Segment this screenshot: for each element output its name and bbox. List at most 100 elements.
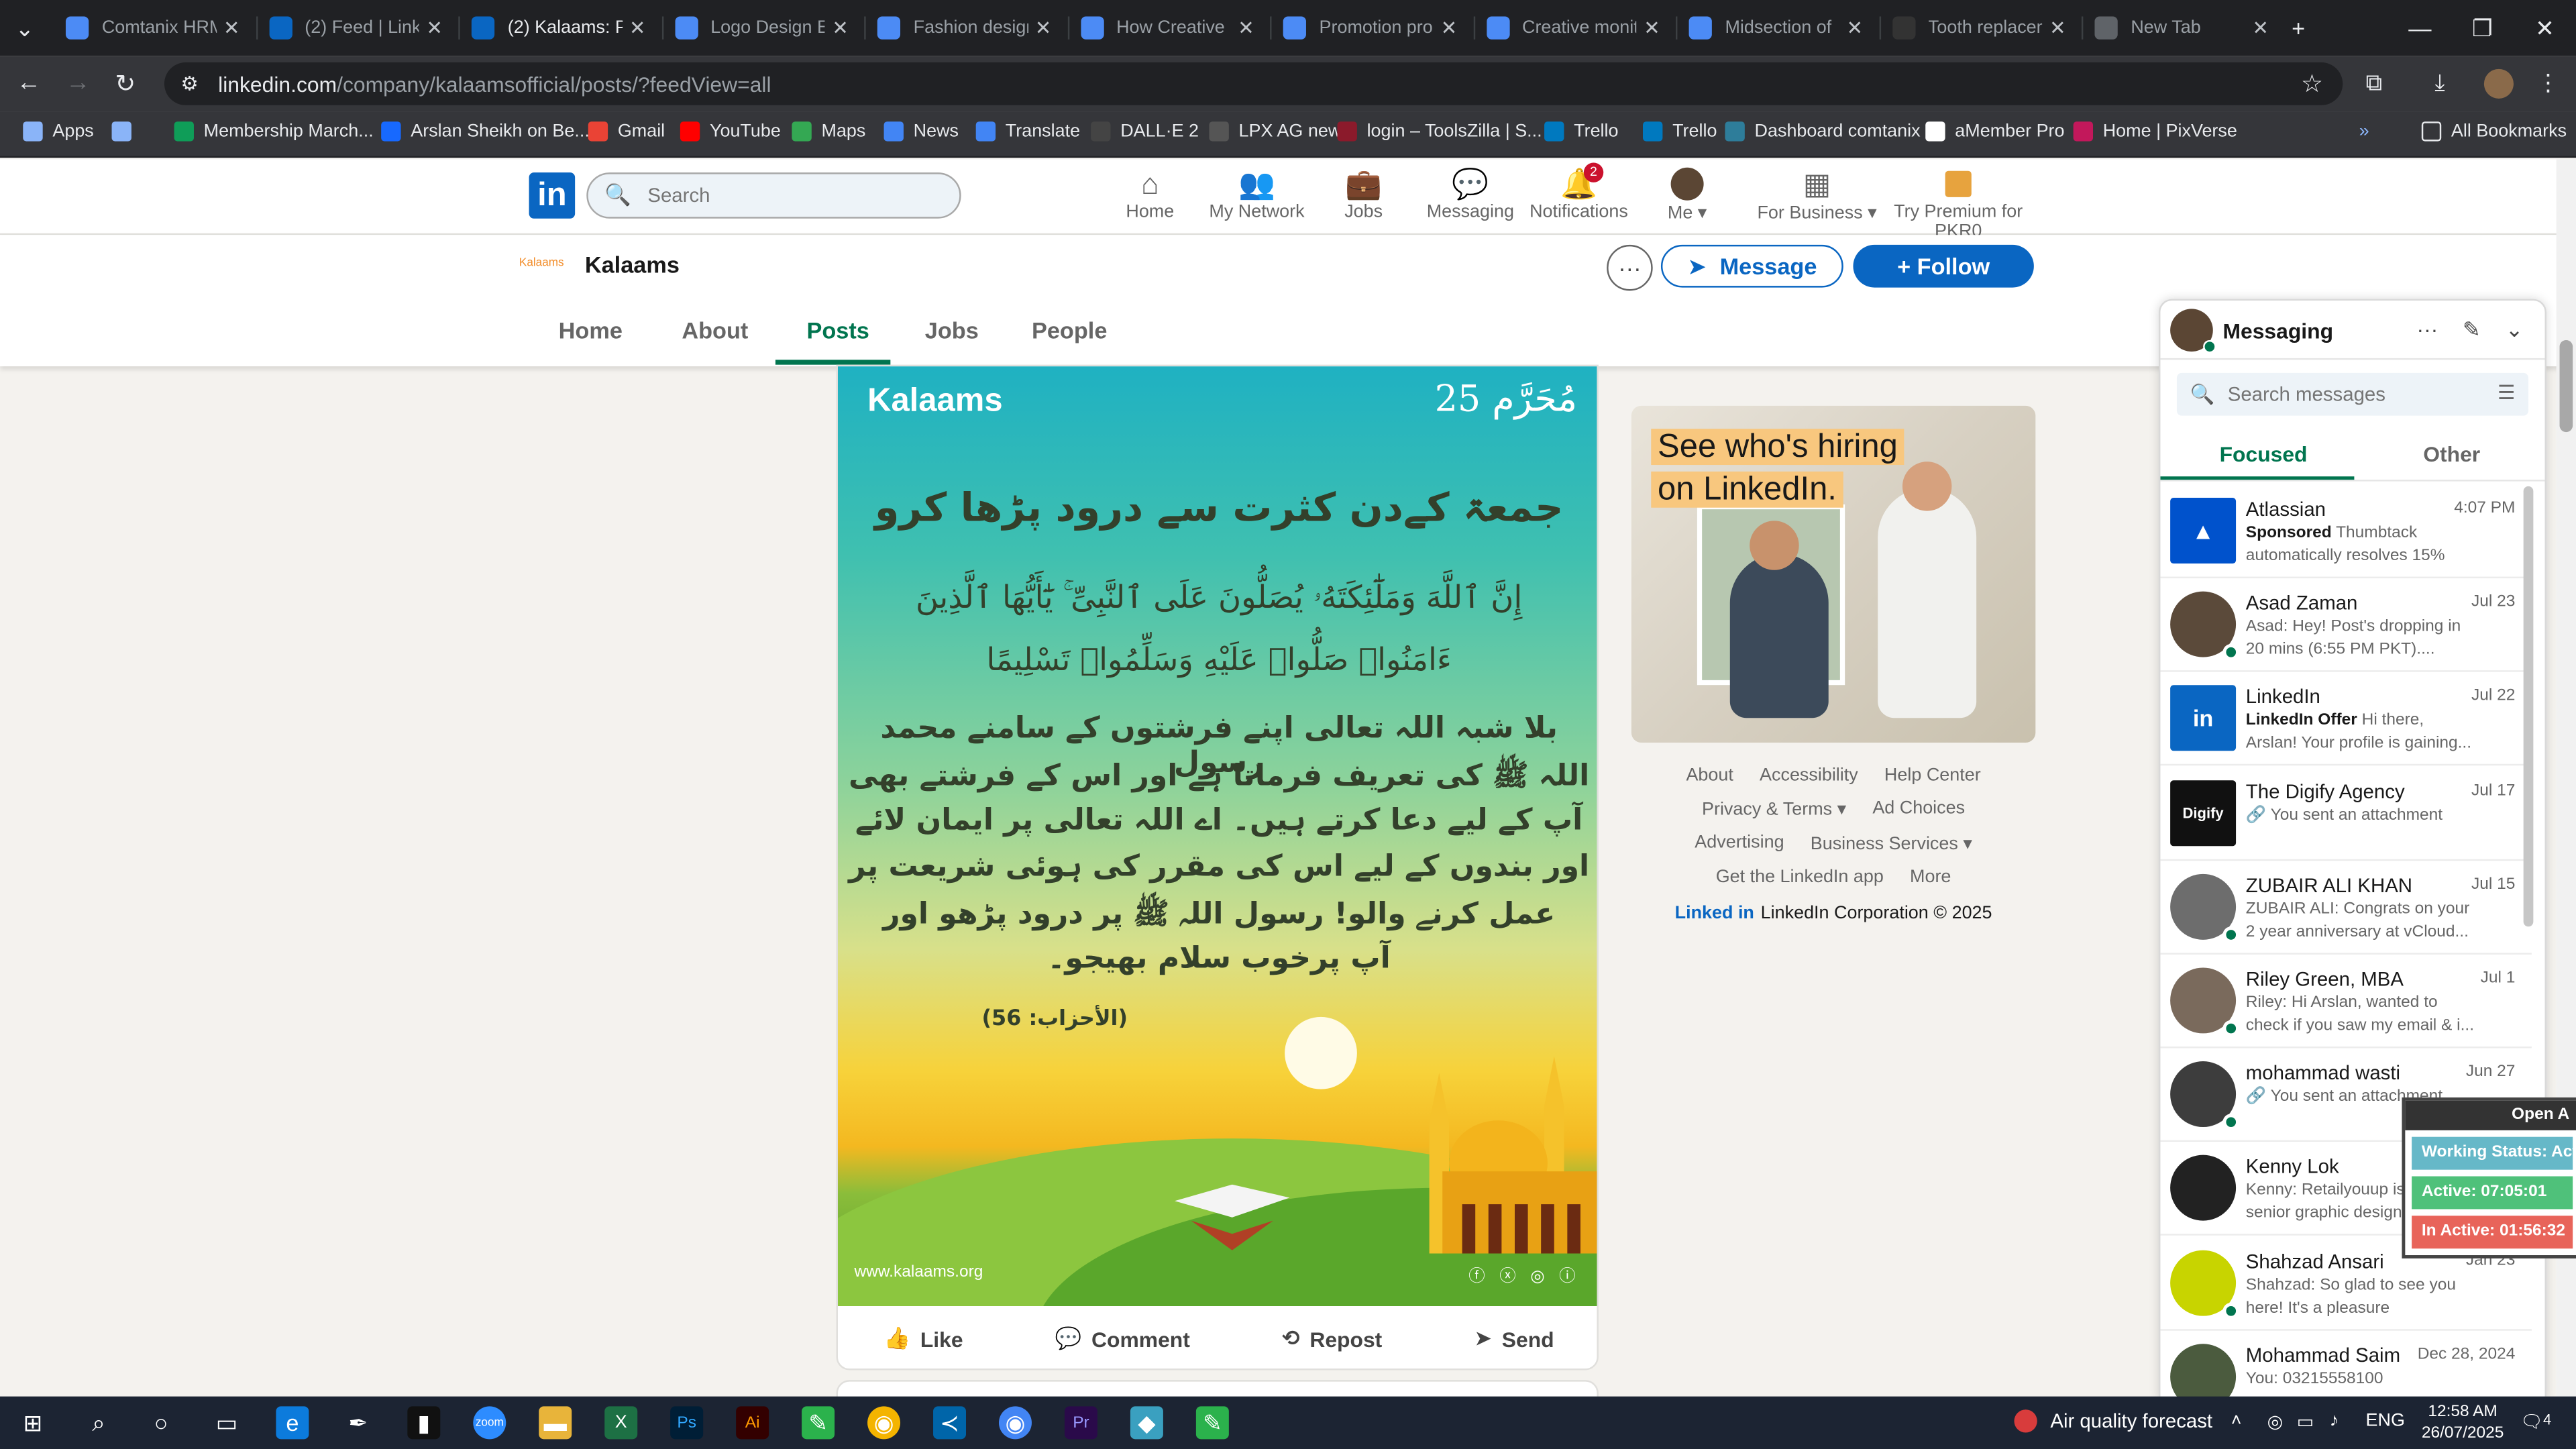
bookmark-item[interactable]: Dashboard comtanix <box>1725 121 1921 142</box>
pen-icon[interactable]: ✒ <box>341 1406 374 1439</box>
nav-my-network[interactable]: 👥 My Network <box>1199 166 1314 222</box>
messages-search[interactable]: 🔍 ☰ <box>2176 372 2529 416</box>
browser-tab[interactable]: Creative monit ✕ <box>1476 7 1670 50</box>
close-tab-icon[interactable]: ✕ <box>1644 16 1660 39</box>
scrollbar-thumb[interactable] <box>2559 339 2573 433</box>
nav-try-premium-for-pkr0[interactable]: Try Premium for PKR0 <box>1876 166 2041 241</box>
volume-icon[interactable]: ♪ <box>2330 1411 2339 1431</box>
chrome-icon[interactable]: ◉ <box>998 1406 1032 1440</box>
conversation-item[interactable]: Asad Zaman Jul 23 Asad: Hey! Post's droppi… <box>2160 579 2532 673</box>
close-window-button[interactable]: ✕ <box>2514 0 2576 56</box>
new-tab-button[interactable]: + <box>2267 0 2330 56</box>
close-tab-icon[interactable]: ✕ <box>426 16 443 39</box>
linkedin-logo[interactable]: in <box>529 172 576 219</box>
browser-tab[interactable]: Comtanix HRM ✕ <box>56 7 250 50</box>
browser-tab[interactable]: Fashion design ✕ <box>867 7 1061 50</box>
like-button[interactable]: 👍 Like <box>884 1326 963 1352</box>
tab-jobs[interactable]: Jobs <box>925 317 979 343</box>
conversation-item[interactable]: ▲ Atlassian 4:07 PM Sponsored Thumbtack aut… <box>2160 484 2532 579</box>
close-tab-icon[interactable]: ✕ <box>2252 16 2269 39</box>
excel-icon[interactable]: X <box>604 1406 638 1440</box>
address-bar[interactable]: ⚙ linkedin.com/company/kalaamsofficial/p… <box>164 62 2343 105</box>
working-status-widget[interactable]: Open A Working Status: Active Active: 07… <box>2402 1097 2576 1258</box>
premiere-icon[interactable]: Pr <box>1064 1406 1097 1440</box>
air-quality-widget[interactable]: Air quality forecast <box>2014 1409 2212 1433</box>
messages-search-input[interactable] <box>2227 382 2475 406</box>
conversation-item[interactable]: Riley Green, MBA Jul 1 Riley: Hi Arslan, w… <box>2160 955 2532 1049</box>
search-input[interactable] <box>647 184 944 207</box>
task-view-icon[interactable]: ▭ <box>210 1406 243 1439</box>
bookmark-star-icon[interactable]: ☆ <box>2301 69 2323 99</box>
bookmark-item[interactable]: Maps <box>792 121 865 142</box>
bookmark-item[interactable]: Membership March... <box>174 121 374 142</box>
open-app-label[interactable]: Open A <box>2405 1100 2576 1130</box>
notifications-icon[interactable]: 🗨 <box>2520 1411 2543 1432</box>
search-icon[interactable]: ⌕ <box>82 1406 115 1439</box>
bookmark-item[interactable]: Gmail <box>588 121 665 142</box>
close-tab-icon[interactable]: ✕ <box>1035 16 1052 39</box>
browser-tab[interactable]: (2) Feed | Linke ✕ <box>259 7 453 50</box>
tab-other[interactable]: Other <box>2423 442 2480 467</box>
site-info-icon[interactable]: ⚙ <box>180 72 198 95</box>
footer-link-advertising[interactable]: Advertising <box>1695 833 1784 855</box>
minimize-button[interactable]: — <box>2389 0 2451 56</box>
browser-tab[interactable]: New Tab ✕ <box>2085 7 2279 50</box>
nav-home[interactable]: ⌂ Home <box>1093 166 1208 222</box>
app-icon[interactable]: ◆ <box>1130 1406 1163 1440</box>
comment-button[interactable]: 💬 Comment <box>1055 1326 1190 1352</box>
footer-link-help[interactable]: Help Center <box>1884 765 1981 785</box>
conversation-item[interactable]: Mohammad Saim Dec 28, 2024 You: 0321555810… <box>2160 1330 2531 1399</box>
bookmark-item[interactable]: Home | PixVerse <box>2073 121 2237 142</box>
global-search[interactable]: 🔍 <box>586 172 961 219</box>
camera-icon[interactable]: ◎ <box>2267 1411 2284 1432</box>
illustrator-icon[interactable]: Ai <box>736 1406 769 1440</box>
browser-tab[interactable]: Promotion pro ✕ <box>1273 7 1467 50</box>
messaging-header[interactable]: Messaging ··· ✎ ⌄ <box>2160 301 2545 360</box>
app-icon[interactable]: ✎ <box>1195 1406 1229 1440</box>
company-logo[interactable]: Kalaams <box>519 258 568 274</box>
close-tab-icon[interactable]: ✕ <box>1238 16 1254 39</box>
chrome-menu-icon[interactable]: ⋮ <box>2536 69 2559 97</box>
close-tab-icon[interactable]: ✕ <box>223 16 240 39</box>
language-indicator[interactable]: ENG <box>2366 1411 2405 1431</box>
file-explorer-icon[interactable]: ▬ <box>539 1406 572 1440</box>
compose-icon[interactable]: ✎ <box>2463 317 2481 343</box>
bookmark-item[interactable]: Translate <box>975 121 1080 142</box>
more-icon[interactable]: ··· <box>2416 317 2438 342</box>
tab-about[interactable]: About <box>682 317 748 343</box>
download-icon[interactable]: ⤓ <box>2434 69 2445 97</box>
close-tab-icon[interactable]: ✕ <box>1441 16 1458 39</box>
send-button[interactable]: ➤ Send <box>1474 1326 1554 1352</box>
network-icon[interactable]: ▭ <box>2297 1411 2314 1432</box>
reload-icon[interactable]: ↻ <box>115 69 136 99</box>
photoshop-icon[interactable]: Ps <box>670 1406 704 1440</box>
more-bookmarks-icon[interactable]: » <box>2359 121 2369 141</box>
terminal-icon[interactable]: ▮ <box>407 1406 441 1440</box>
conversation-item[interactable]: in LinkedIn Jul 22 LinkedIn Offer Hi there,… <box>2160 673 2532 767</box>
browser-tab[interactable]: Logo Design E ✕ <box>665 7 859 50</box>
nav-me[interactable]: Me ▾ <box>1629 166 1744 223</box>
edge-icon[interactable]: e <box>276 1406 309 1440</box>
follow-button[interactable]: + Follow <box>1853 244 2034 288</box>
maximize-button[interactable]: ❐ <box>2451 0 2514 56</box>
nav-notifications[interactable]: 🔔 2 Notifications <box>1521 162 1636 222</box>
post-image[interactable]: Kalaams مُحَرَّم 25 جمعۃ کےدن کثرت سے در… <box>837 366 1597 1306</box>
bookmark-item[interactable]: Trello <box>1643 121 1717 142</box>
footer-link-about[interactable]: About <box>1686 765 1733 785</box>
bookmark-item[interactable]: login – ToolsZilla | S... <box>1337 121 1542 142</box>
system-clock[interactable]: 12:58 AM 26/07/2025 <box>2422 1401 2504 1444</box>
back-icon[interactable]: ← <box>16 69 41 97</box>
tray-chevron-icon[interactable]: ˄ <box>2231 1411 2242 1431</box>
close-tab-icon[interactable]: ✕ <box>832 16 849 39</box>
nav-messaging[interactable]: 💬 Messaging <box>1413 166 1527 222</box>
footer-link-more[interactable]: More <box>1910 867 1951 887</box>
windows-start-icon[interactable]: ⊞ <box>16 1406 49 1439</box>
all-bookmarks[interactable]: All Bookmarks <box>2421 121 2567 142</box>
bookmark-item[interactable]: Apps <box>23 121 94 142</box>
conversation-item[interactable]: Digify The Digify Agency Jul 17 🔗 You sent … <box>2160 767 2532 861</box>
browser-tab[interactable]: Tooth replacem ✕ <box>1882 7 2076 50</box>
footer-link-adchoices[interactable]: Ad Choices <box>1872 798 1965 820</box>
close-tab-icon[interactable]: ✕ <box>629 16 646 39</box>
tab-focused[interactable]: Focused <box>2220 442 2308 467</box>
bookmark-item[interactable]: DALL·E 2 <box>1091 121 1199 142</box>
